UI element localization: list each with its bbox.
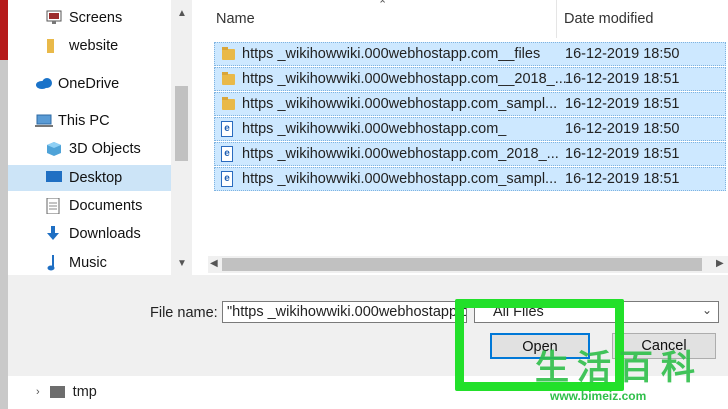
file-name: https _wikihowwiki.000webhostapp.com_201… bbox=[242, 146, 559, 162]
nav-item-label: website bbox=[69, 38, 119, 54]
nav-item-3d-objects[interactable]: 3D Objects bbox=[8, 136, 171, 162]
watermark-url: www.bimeiz.com bbox=[550, 389, 647, 403]
file-date: 16-12-2019 18:51 bbox=[565, 146, 680, 162]
scroll-up-arrow-icon[interactable]: ▲ bbox=[177, 8, 187, 19]
table-row[interactable]: e https _wikihowwiki.000webhostapp.com_s… bbox=[214, 167, 726, 191]
table-row[interactable]: https _wikihowwiki.000webhostapp.com__20… bbox=[214, 67, 726, 91]
document-icon bbox=[46, 197, 64, 215]
nav-item-label: Music bbox=[69, 255, 107, 271]
music-icon bbox=[46, 255, 64, 271]
desktop-icon bbox=[46, 170, 64, 186]
file-name-label: File name: bbox=[150, 305, 218, 321]
nav-item-website[interactable]: website bbox=[8, 33, 171, 59]
horizontal-scrollbar[interactable]: ◀ ▶ bbox=[208, 256, 728, 273]
folder-icon bbox=[222, 47, 235, 60]
file-name: https _wikihowwiki.000webhostapp.com__fi… bbox=[242, 46, 541, 62]
download-icon bbox=[46, 226, 64, 242]
background-accent-strip bbox=[0, 0, 8, 60]
table-row[interactable]: e https _wikihowwiki.000webhostapp.com_2… bbox=[214, 142, 726, 166]
nav-item-desktop[interactable]: Desktop bbox=[8, 165, 171, 191]
navigation-pane: Screens website OneDrive This PC 3D Obje… bbox=[8, 0, 171, 275]
folder-icon bbox=[222, 97, 235, 110]
monitor-icon bbox=[46, 10, 64, 26]
file-date: 16-12-2019 18:50 bbox=[565, 121, 680, 137]
background-page-edge bbox=[0, 0, 8, 409]
tree-item-tmp[interactable]: › tmp bbox=[36, 384, 97, 400]
nav-item-label: Documents bbox=[69, 198, 143, 214]
chevron-down-icon: ⌄ bbox=[701, 303, 712, 317]
watermark-text: 生活百科 bbox=[535, 349, 703, 387]
scroll-down-arrow-icon[interactable]: ▼ bbox=[177, 258, 187, 269]
html-file-icon: e bbox=[221, 121, 233, 137]
file-date: 16-12-2019 18:51 bbox=[565, 171, 680, 187]
nav-item-this-pc[interactable]: This PC bbox=[8, 108, 171, 134]
nav-item-onedrive[interactable]: OneDrive bbox=[8, 71, 171, 97]
nav-item-label: OneDrive bbox=[58, 76, 120, 92]
cloud-icon bbox=[35, 76, 53, 92]
scroll-left-arrow-icon[interactable]: ◀ bbox=[210, 258, 218, 269]
nav-item-label: Screens bbox=[69, 10, 123, 26]
file-name: https _wikihowwiki.000webhostapp.com_sam… bbox=[242, 171, 558, 187]
scrollbar-thumb[interactable] bbox=[175, 86, 188, 161]
nav-item-downloads[interactable]: Downloads bbox=[8, 221, 171, 247]
computer-icon bbox=[35, 113, 53, 129]
file-name: https _wikihowwiki.000webhostapp.com__20… bbox=[242, 71, 567, 87]
scroll-right-arrow-icon[interactable]: ▶ bbox=[716, 258, 724, 269]
html-file-icon: e bbox=[221, 146, 233, 162]
file-date: 16-12-2019 18:50 bbox=[565, 46, 680, 62]
table-row[interactable]: https _wikihowwiki.000webhostapp.com__fi… bbox=[214, 42, 726, 66]
navigation-scrollbar[interactable]: ▲ ▼ bbox=[173, 0, 190, 275]
html-file-icon: e bbox=[221, 171, 233, 187]
folder-icon bbox=[46, 38, 64, 54]
nav-item-documents[interactable]: Documents bbox=[8, 193, 171, 219]
chevron-right-icon: › bbox=[36, 386, 40, 398]
scrollbar-thumb[interactable] bbox=[222, 258, 702, 271]
sort-ascending-icon: ⌃ bbox=[378, 0, 388, 11]
nav-item-label: Desktop bbox=[69, 170, 123, 186]
column-divider[interactable] bbox=[556, 0, 557, 38]
column-header-date[interactable]: Date modified bbox=[564, 0, 653, 38]
file-list: Name ⌃ Date modified https _wikihowwiki.… bbox=[192, 0, 728, 275]
file-name-field[interactable]: "https _wikihowwiki.000webhostapp.c bbox=[222, 301, 467, 323]
folder-icon bbox=[222, 72, 235, 85]
nav-item-music[interactable]: Music bbox=[8, 250, 171, 275]
folder-icon bbox=[49, 386, 65, 398]
table-row[interactable]: e https _wikihowwiki.000webhostapp.com_ … bbox=[214, 117, 726, 141]
file-name: https _wikihowwiki.000webhostapp.com_ bbox=[242, 121, 507, 137]
cube-icon bbox=[46, 141, 64, 157]
tree-item-label: tmp bbox=[72, 384, 97, 400]
nav-item-label: This PC bbox=[58, 113, 110, 129]
file-name: https _wikihowwiki.000webhostapp.com_sam… bbox=[242, 96, 558, 112]
file-date: 16-12-2019 18:51 bbox=[565, 96, 680, 112]
table-row[interactable]: https _wikihowwiki.000webhostapp.com_sam… bbox=[214, 92, 726, 116]
file-date: 16-12-2019 18:51 bbox=[565, 71, 680, 87]
nav-item-label: Downloads bbox=[69, 226, 141, 242]
nav-item-label: 3D Objects bbox=[69, 141, 141, 157]
column-header-name[interactable]: Name bbox=[216, 0, 255, 38]
nav-item-screens[interactable]: Screens bbox=[8, 5, 171, 31]
